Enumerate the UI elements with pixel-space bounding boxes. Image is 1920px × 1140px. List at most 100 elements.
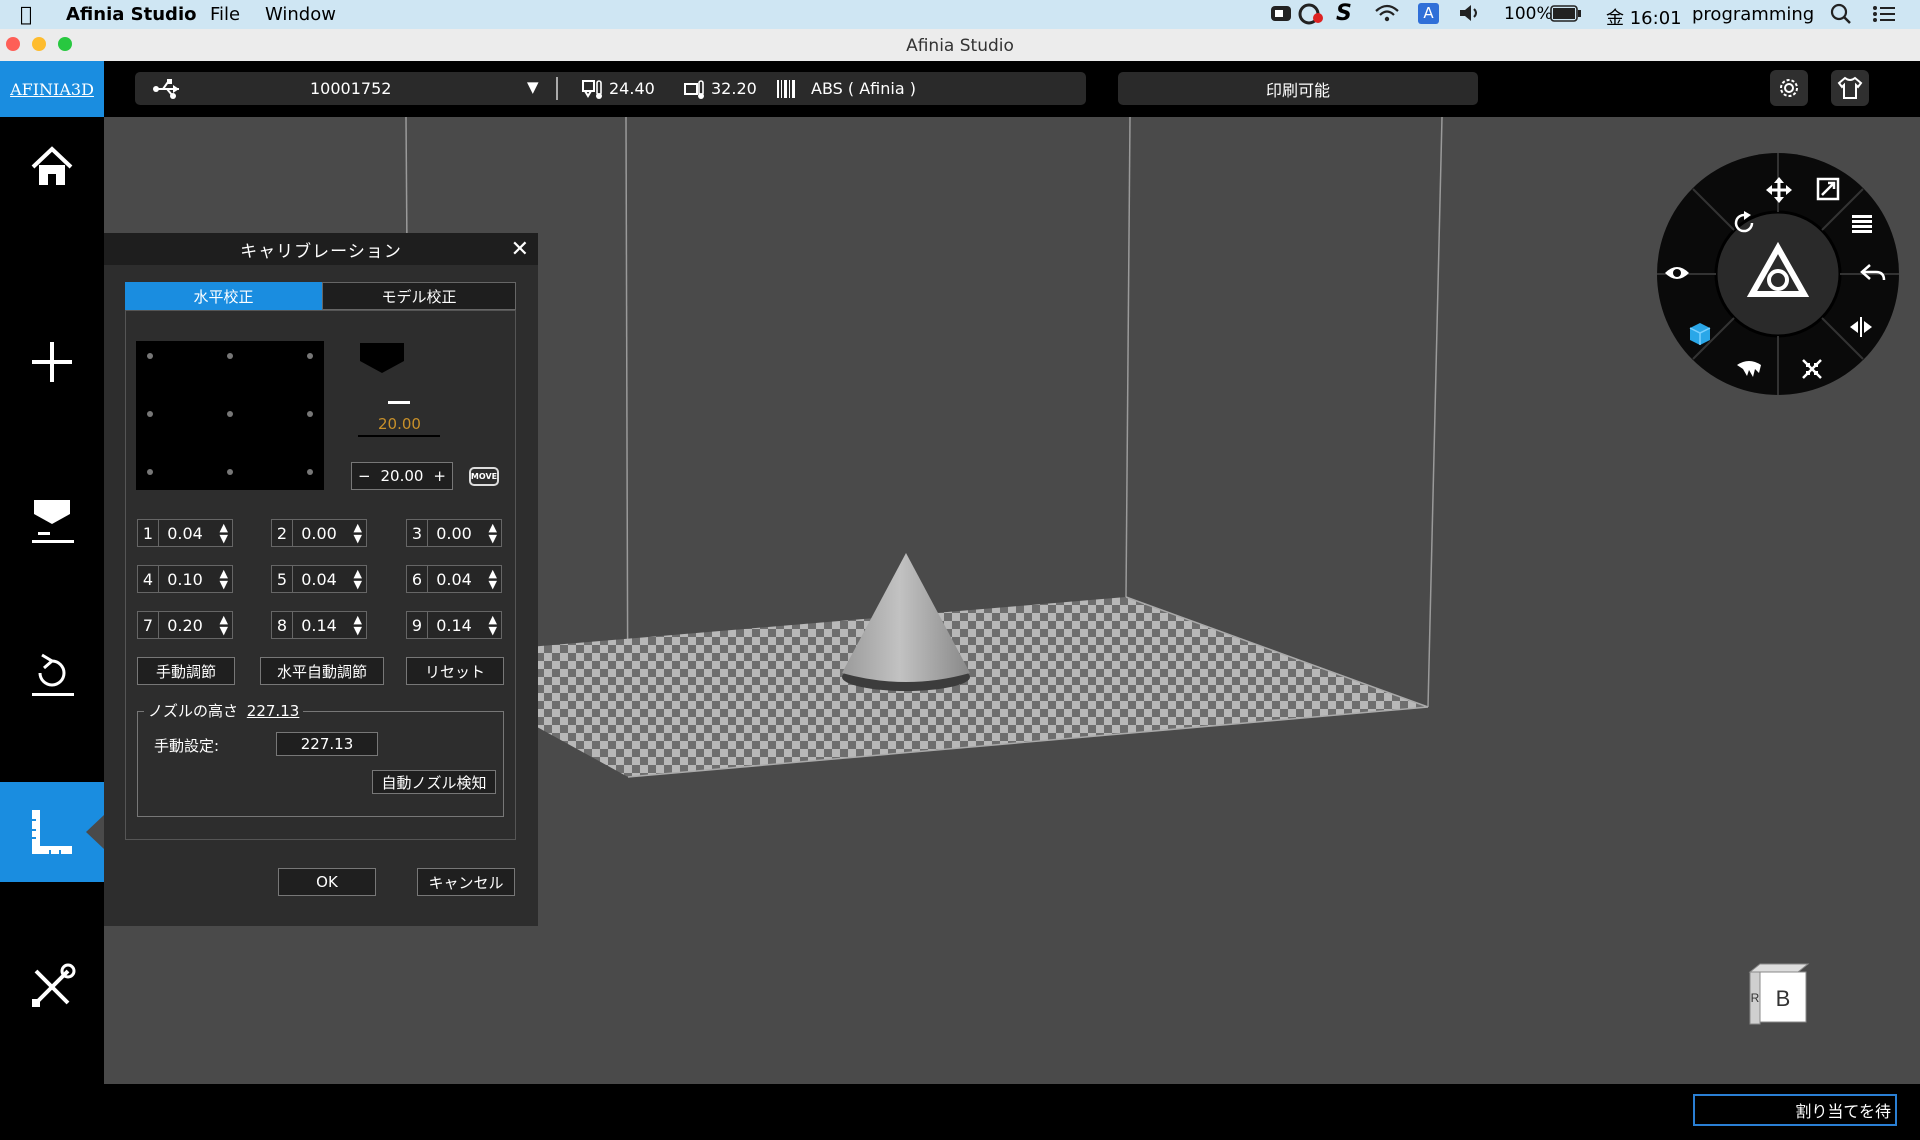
grid-point-1[interactable] (147, 353, 153, 359)
move-arrows-icon (1766, 177, 1792, 203)
point-spinner-5[interactable]: 5 0.04 ▲ ▼ (271, 565, 367, 593)
initialize-button[interactable] (0, 625, 104, 725)
user-menu[interactable]: programming (1692, 4, 1814, 25)
manual-setting-input[interactable]: 227.13 (276, 732, 378, 756)
creative-cloud-icon[interactable] (1298, 3, 1324, 30)
mirror-tool-button[interactable] (1848, 315, 1874, 343)
point-spinner-6[interactable]: 6 0.04 ▲ ▼ (406, 565, 502, 593)
material-barcode-icon (776, 79, 796, 103)
grid-point-9[interactable] (307, 469, 313, 475)
point-value: 0.00 (301, 524, 337, 543)
undo-tool-button[interactable] (1860, 261, 1886, 289)
rotate-tool-button[interactable] (1732, 211, 1756, 239)
layers-icon (1852, 215, 1872, 233)
view-cube[interactable]: B R (1744, 962, 1814, 1030)
cancel-button[interactable]: キャンセル (417, 868, 515, 896)
printer-dropdown-arrow-icon[interactable]: ▼ (527, 78, 539, 96)
menu-file[interactable]: File (210, 4, 240, 25)
window-title: Afinia Studio (906, 36, 1014, 56)
job-status-field[interactable]: 割り当てを待 (1693, 1094, 1897, 1126)
volume-icon[interactable] (1458, 3, 1482, 28)
tools-icon (32, 963, 76, 1007)
spinner-arrows-icon[interactable]: ▲ ▼ (489, 614, 497, 636)
tab-model-calibration[interactable]: モデル校正 (322, 282, 516, 310)
auto-level-button[interactable]: 水平自動調節 (260, 657, 384, 685)
spotlight-search-icon[interactable] (1830, 3, 1852, 30)
point-spinner-2[interactable]: 2 0.00 ▲ ▼ (271, 519, 367, 547)
add-model-button[interactable] (0, 312, 104, 412)
point-spinner-9[interactable]: 9 0.14 ▲ ▼ (406, 611, 502, 639)
printer-status-pill: 印刷可能 (1118, 72, 1478, 105)
point-value: 0.10 (167, 570, 203, 589)
notification-center-icon[interactable] (1872, 4, 1896, 29)
close-icon[interactable]: ✕ (511, 237, 530, 262)
fit-tool-button[interactable] (1800, 357, 1824, 385)
grid-point-5[interactable] (227, 411, 233, 417)
close-window-button[interactable] (6, 37, 20, 51)
spinner-arrows-icon[interactable]: ▲ ▼ (220, 568, 228, 590)
ok-button[interactable]: OK (278, 868, 376, 896)
height-stepper[interactable]: − 20.00 + (351, 462, 453, 490)
support-tool-button[interactable] (1735, 357, 1763, 383)
decrease-height-button[interactable]: − (358, 467, 371, 485)
grid-point-3[interactable] (307, 353, 313, 359)
clock[interactable]: 金 16:01 (1606, 4, 1682, 30)
grid-point-8[interactable] (227, 469, 233, 475)
bed-temperature-icon (683, 78, 705, 104)
spinner-arrows-icon[interactable]: ▲ ▼ (354, 568, 362, 590)
maintenance-button[interactable] (0, 937, 104, 1037)
battery-icon[interactable] (1550, 5, 1582, 27)
usb-icon[interactable] (153, 78, 183, 104)
manual-adjust-button[interactable]: 手動調節 (137, 657, 235, 685)
menu-window[interactable]: Window (265, 4, 336, 25)
layers-tool-button[interactable] (1850, 212, 1874, 240)
minimize-window-button[interactable] (32, 37, 46, 51)
grid-point-2[interactable] (227, 353, 233, 359)
spinner-arrows-icon[interactable]: ▲ ▼ (354, 522, 362, 544)
point-spinner-7[interactable]: 7 0.20 ▲ ▼ (137, 611, 233, 639)
spinner-arrows-icon[interactable]: ▲ ▼ (489, 568, 497, 590)
spinner-arrows-icon[interactable]: ▲ ▼ (220, 614, 228, 636)
printer-id[interactable]: 10001752 (310, 79, 391, 98)
apple-icon[interactable]:  (20, 2, 32, 26)
afinia-logo: AFINIA3D (0, 61, 104, 117)
object-tool-button[interactable] (1687, 320, 1713, 350)
point-value: 0.20 (167, 616, 203, 635)
move-button[interactable]: MOVE (469, 467, 499, 486)
print-button[interactable] (0, 472, 104, 572)
point-spinner-1[interactable]: 1 0.04 ▲ ▼ (137, 519, 233, 547)
move-tool-button[interactable] (1766, 177, 1792, 207)
point-index: 2 (272, 520, 293, 546)
wifi-icon[interactable] (1374, 3, 1400, 28)
mirror-icon (1850, 317, 1872, 337)
grid-point-6[interactable] (307, 411, 313, 417)
bed-line (358, 435, 440, 437)
reset-button[interactable]: リセット (406, 657, 504, 685)
settings-button[interactable] (1770, 70, 1808, 106)
grid-point-4[interactable] (147, 411, 153, 417)
nozzle-position-marker (388, 401, 410, 404)
point-spinner-4[interactable]: 4 0.10 ▲ ▼ (137, 565, 233, 593)
spinner-arrows-icon[interactable]: ▲ ▼ (220, 522, 228, 544)
spinner-arrows-icon[interactable]: ▲ ▼ (489, 522, 497, 544)
spinner-arrows-icon[interactable]: ▲ ▼ (354, 614, 362, 636)
shrink-icon (1802, 359, 1822, 379)
scale-tool-button[interactable] (1816, 177, 1840, 205)
point-spinner-3[interactable]: 3 0.00 ▲ ▼ (406, 519, 502, 547)
sync-icon[interactable]: S (1336, 1, 1352, 26)
print-nozzle-icon (32, 500, 74, 543)
increase-height-button[interactable]: + (433, 467, 446, 485)
calibration-point-grid[interactable] (136, 341, 324, 490)
point-spinner-8[interactable]: 8 0.14 ▲ ▼ (271, 611, 367, 639)
support-button[interactable] (1831, 70, 1869, 106)
app-menu[interactable]: Afinia Studio (66, 4, 196, 25)
input-method-icon[interactable]: A (1418, 3, 1439, 24)
grid-point-7[interactable] (147, 469, 153, 475)
auto-nozzle-detect-button[interactable]: 自動ノズル検知 (372, 770, 496, 794)
home-button[interactable] (0, 117, 104, 217)
facetime-icon[interactable] (1270, 3, 1292, 28)
shirt-icon (1837, 76, 1863, 99)
tab-level-calibration[interactable]: 水平校正 (125, 282, 322, 310)
zoom-window-button[interactable] (58, 37, 72, 51)
view-tool-button[interactable] (1664, 263, 1690, 287)
